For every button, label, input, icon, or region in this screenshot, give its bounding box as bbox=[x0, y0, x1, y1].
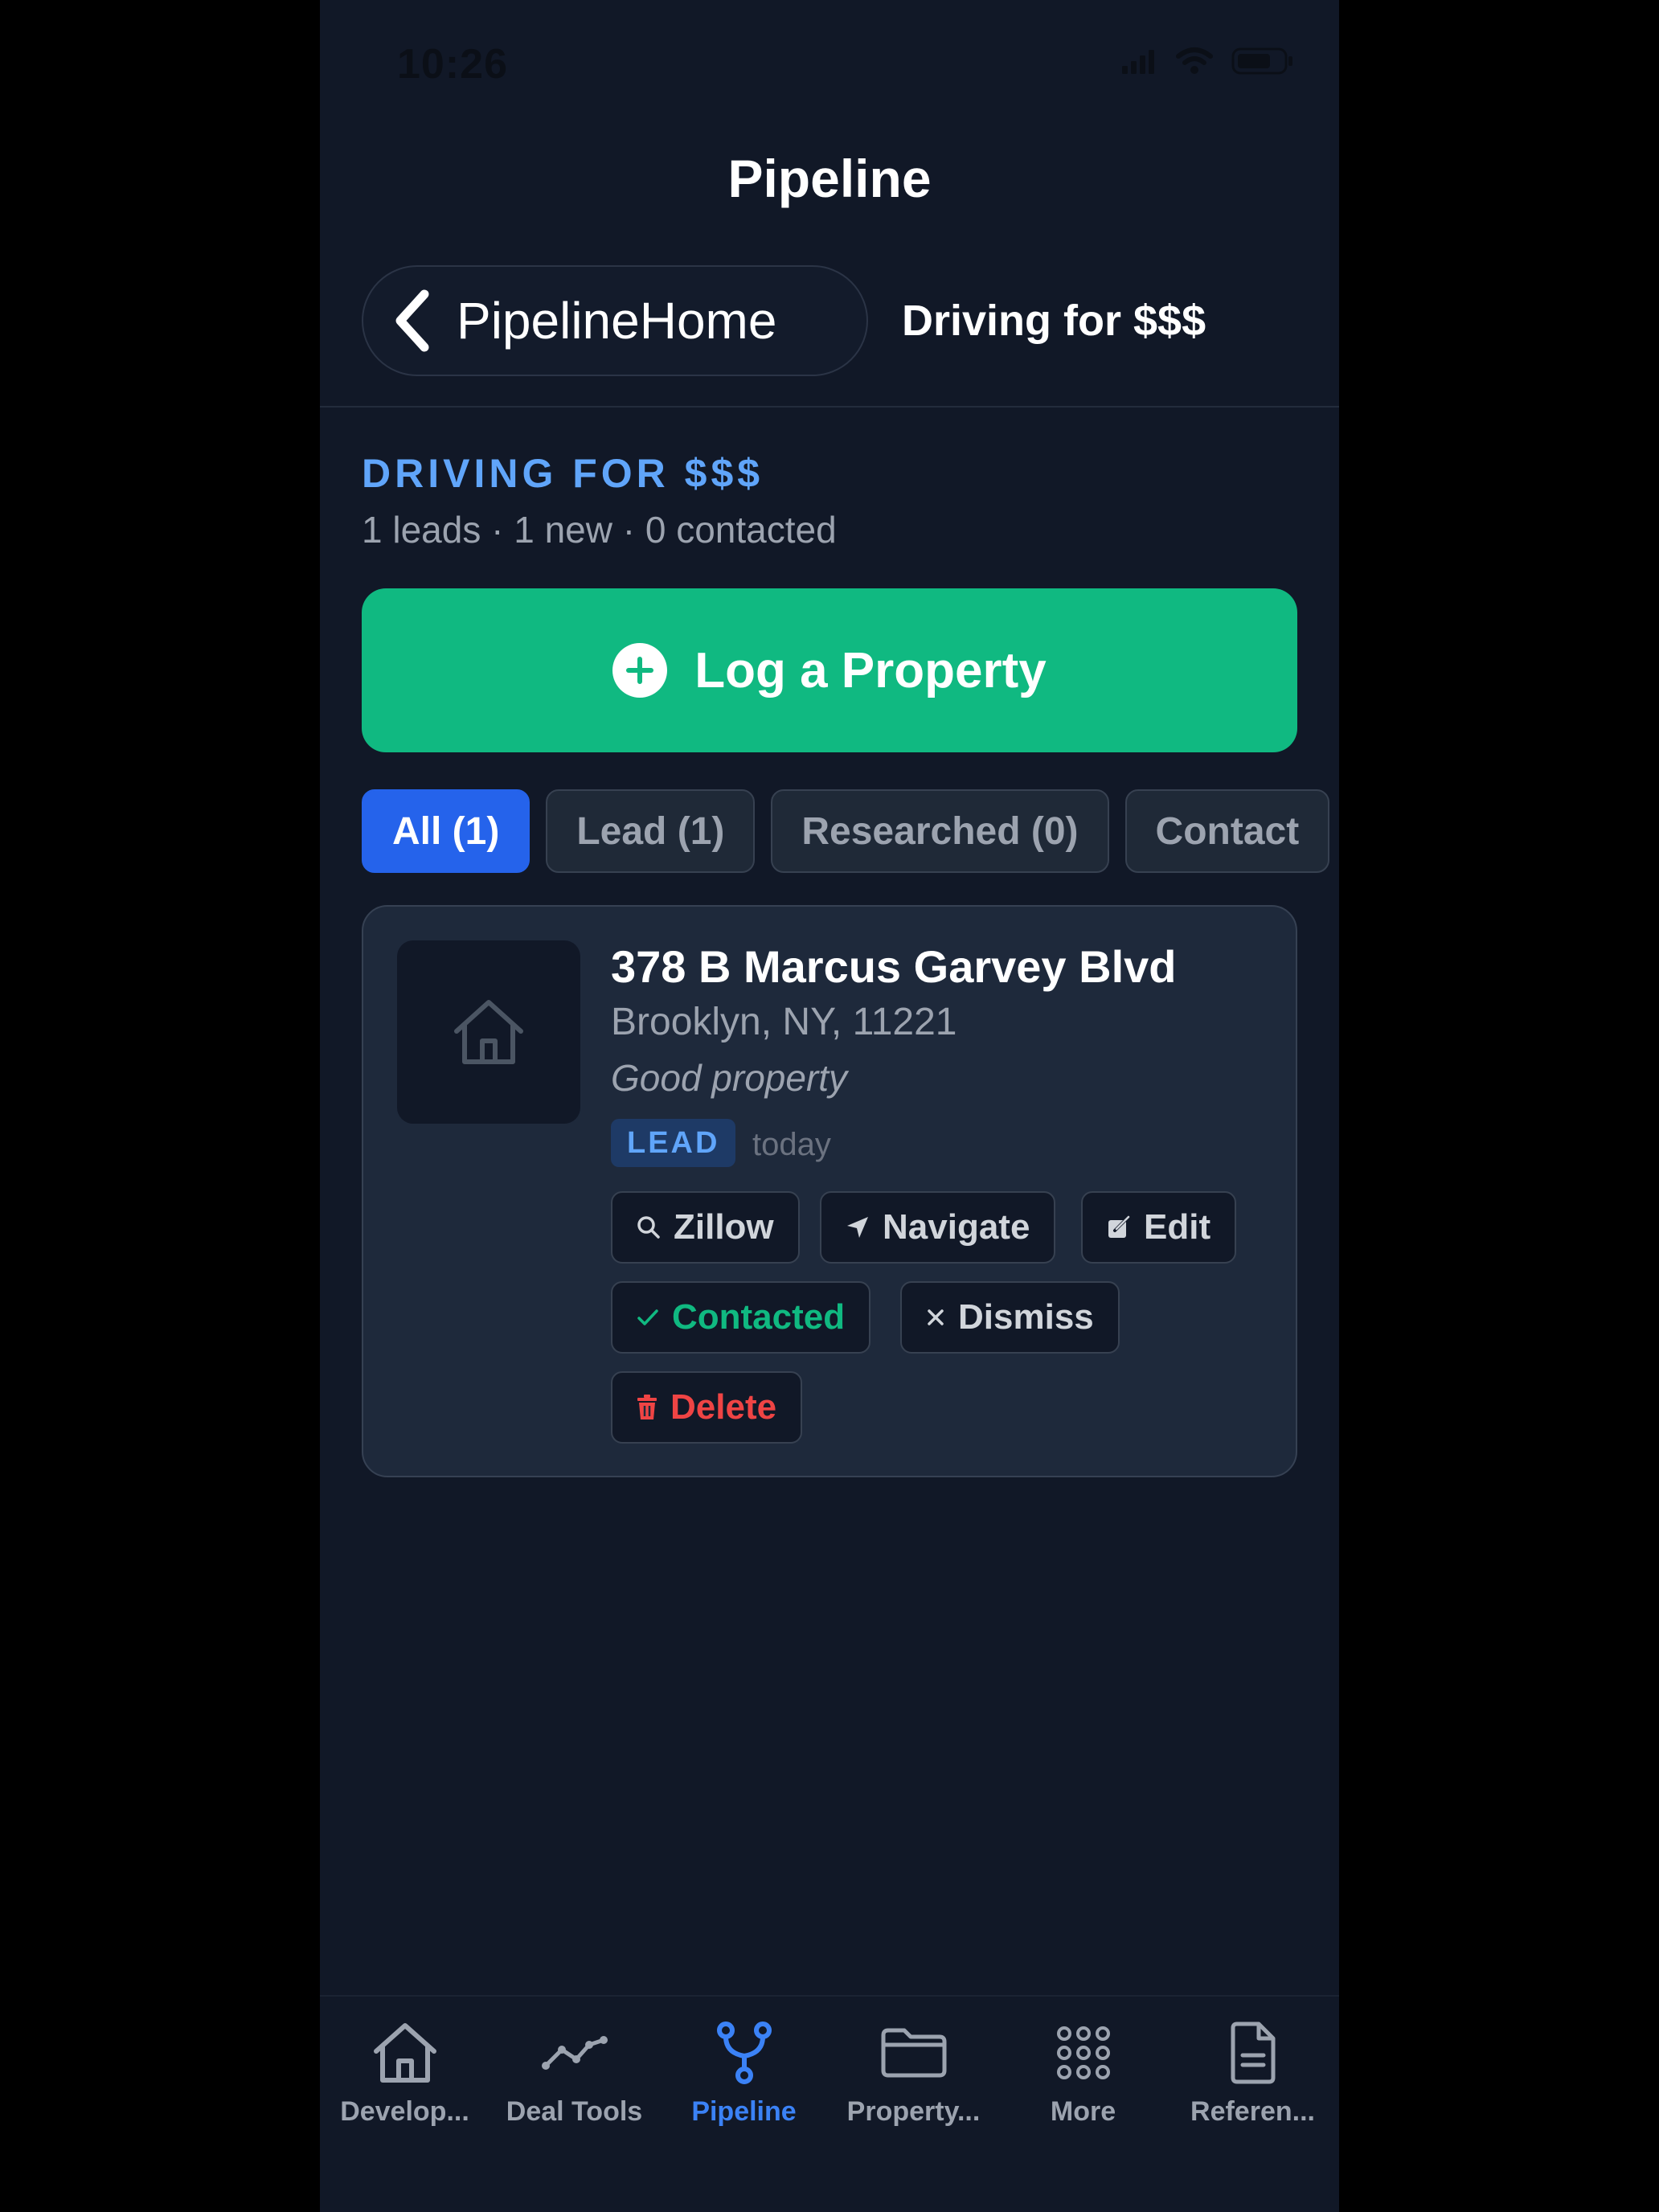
property-city: Brooklyn, NY, 11221 bbox=[611, 1001, 957, 1043]
status-bar: 10:26 bbox=[320, 0, 1339, 129]
tab-pipeline-label: Pipeline bbox=[691, 2096, 797, 2127]
plus-circle-icon bbox=[612, 643, 668, 698]
battery-icon bbox=[1231, 47, 1292, 75]
chevron-left-icon bbox=[395, 289, 429, 352]
dismiss-label: Dismiss bbox=[958, 1297, 1094, 1337]
back-button-label: PipelineHome bbox=[457, 292, 777, 350]
contacted-button[interactable]: Contacted bbox=[611, 1281, 871, 1354]
tab-develop-label: Develop... bbox=[340, 2096, 469, 2127]
status-time: 10:26 bbox=[397, 41, 508, 88]
trend-line-icon bbox=[541, 2036, 608, 2070]
nav-title: Pipeline bbox=[727, 149, 932, 208]
tab-reference-label: Referen... bbox=[1190, 2096, 1315, 2127]
header-divider bbox=[320, 406, 1339, 408]
pipeline-fork-icon bbox=[716, 2022, 772, 2084]
zillow-button[interactable]: Zillow bbox=[611, 1191, 800, 1264]
status-icons bbox=[1122, 47, 1294, 76]
close-icon bbox=[928, 1309, 944, 1325]
edit-icon bbox=[1108, 1215, 1130, 1238]
wifi-icon bbox=[1176, 47, 1213, 74]
tab-property[interactable]: Property... bbox=[829, 2014, 998, 2128]
grid-dots-icon bbox=[1056, 2026, 1110, 2079]
filter-chips: All (1) Lead (1) Researched (0) Contact bbox=[362, 789, 1330, 873]
home-icon bbox=[373, 2023, 436, 2083]
tab-deal-tools[interactable]: Deal Tools bbox=[490, 2014, 659, 2128]
section-title: DRIVING FOR $$$ bbox=[362, 451, 764, 496]
back-button[interactable]: PipelineHome bbox=[362, 265, 868, 376]
navigate-label: Navigate bbox=[883, 1207, 1030, 1247]
tab-more-label: More bbox=[1050, 2096, 1116, 2127]
house-icon bbox=[454, 1000, 523, 1064]
tab-property-label: Property... bbox=[846, 2096, 981, 2127]
folder-icon bbox=[881, 2028, 946, 2078]
delete-button[interactable]: Delete bbox=[611, 1371, 803, 1444]
filter-all[interactable]: All (1) bbox=[362, 789, 530, 873]
tab-reference[interactable]: Referen... bbox=[1168, 2014, 1337, 2128]
filter-researched[interactable]: Researched (0) bbox=[771, 789, 1109, 873]
zillow-label: Zillow bbox=[674, 1207, 774, 1247]
tab-bar: Develop... Deal Tools Pipeline Property.… bbox=[320, 1995, 1339, 2212]
edit-button[interactable]: Edit bbox=[1081, 1191, 1237, 1264]
phone-screen: 10:26 Pipeline PipelineHome Driving for … bbox=[320, 0, 1339, 2212]
tab-pipeline[interactable]: Pipeline bbox=[659, 2014, 829, 2128]
property-card[interactable]: 378 B Marcus Garvey Blvd Brooklyn, NY, 1… bbox=[362, 905, 1297, 1477]
tab-more[interactable]: More bbox=[998, 2014, 1168, 2128]
search-icon bbox=[637, 1216, 660, 1239]
dismiss-button[interactable]: Dismiss bbox=[900, 1281, 1120, 1354]
navigate-button[interactable]: Navigate bbox=[820, 1191, 1056, 1264]
header-row: PipelineHome Driving for $$$ bbox=[362, 265, 1310, 378]
property-address: 378 B Marcus Garvey Blvd bbox=[611, 941, 1177, 992]
cellular-signal-icon bbox=[1122, 50, 1154, 74]
tab-develop[interactable]: Develop... bbox=[320, 2014, 490, 2128]
delete-label: Delete bbox=[670, 1387, 777, 1427]
log-property-label: Log a Property bbox=[694, 642, 1047, 698]
trash-icon bbox=[637, 1395, 657, 1419]
checkmark-icon bbox=[637, 1309, 658, 1325]
current-pipeline-title: Driving for $$$ bbox=[902, 297, 1206, 345]
filter-lead[interactable]: Lead (1) bbox=[546, 789, 756, 873]
document-icon bbox=[1231, 2022, 1275, 2084]
location-arrow-icon bbox=[847, 1217, 868, 1238]
contacted-label: Contacted bbox=[672, 1297, 846, 1337]
tab-deal-tools-label: Deal Tools bbox=[506, 2096, 643, 2127]
property-time: today bbox=[752, 1127, 831, 1162]
status-badge: LEAD bbox=[611, 1119, 736, 1167]
log-property-button[interactable]: Log a Property bbox=[362, 588, 1297, 752]
property-thumbnail bbox=[397, 940, 580, 1124]
edit-label: Edit bbox=[1144, 1207, 1211, 1247]
property-note: Good property bbox=[611, 1057, 848, 1099]
section-stats: 1 leads · 1 new · 0 contacted bbox=[362, 509, 837, 551]
filter-contacted[interactable]: Contact bbox=[1124, 789, 1330, 873]
